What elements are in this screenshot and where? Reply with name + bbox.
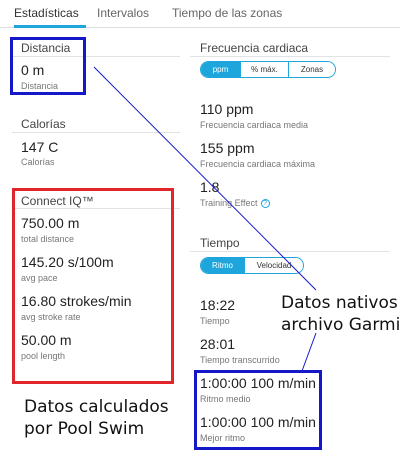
annotation-text: archivo Garmin — [281, 315, 400, 335]
connector-line — [301, 332, 317, 372]
native-data-box — [10, 37, 86, 95]
native-data-box — [194, 370, 322, 450]
calculated-data-box — [12, 188, 174, 384]
annotation-nativos: Datos nativos archivo Garmin — [281, 292, 400, 336]
annotation-text: Datos nativos — [281, 293, 398, 313]
annotation-text: Datos calculados — [24, 397, 169, 417]
annotation-calculados: Datos calculados por Pool Swim — [24, 396, 169, 440]
annotation-text: por Pool Swim — [24, 419, 145, 439]
